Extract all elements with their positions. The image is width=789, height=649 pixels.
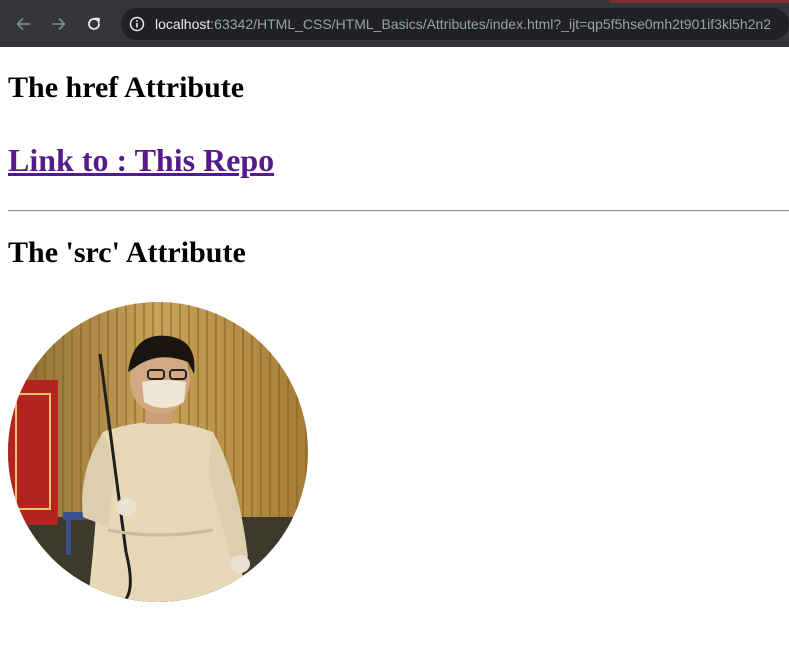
forward-arrow-icon [51, 17, 65, 30]
url-path: :63342/HTML_CSS/HTML_Basics/Attributes/i… [210, 15, 771, 32]
href-attribute-heading: The href Attribute [8, 71, 245, 104]
reload-button[interactable] [79, 9, 109, 39]
page-content: The href Attribute Link to : This Repo T… [0, 47, 789, 602]
back-button[interactable] [8, 9, 38, 39]
profile-photo [8, 302, 308, 602]
link-container: Link to : This Repo [8, 142, 781, 179]
repo-link[interactable]: Link to : This Repo [8, 142, 274, 178]
url-host: localhost [155, 15, 211, 32]
site-info-icon[interactable] [129, 16, 145, 32]
forward-button[interactable] [44, 9, 74, 39]
profile-photo-image [8, 302, 308, 602]
browser-toolbar: localhost:63342/HTML_CSS/HTML_Basics/Att… [0, 0, 789, 47]
back-arrow-icon [16, 17, 30, 30]
divider [8, 209, 789, 212]
tab-accent-strip [609, 0, 789, 3]
reload-icon [88, 17, 101, 30]
address-bar[interactable]: localhost:63342/HTML_CSS/HTML_Basics/Att… [121, 7, 789, 40]
src-attribute-heading: The 'src' Attribute [8, 235, 246, 269]
